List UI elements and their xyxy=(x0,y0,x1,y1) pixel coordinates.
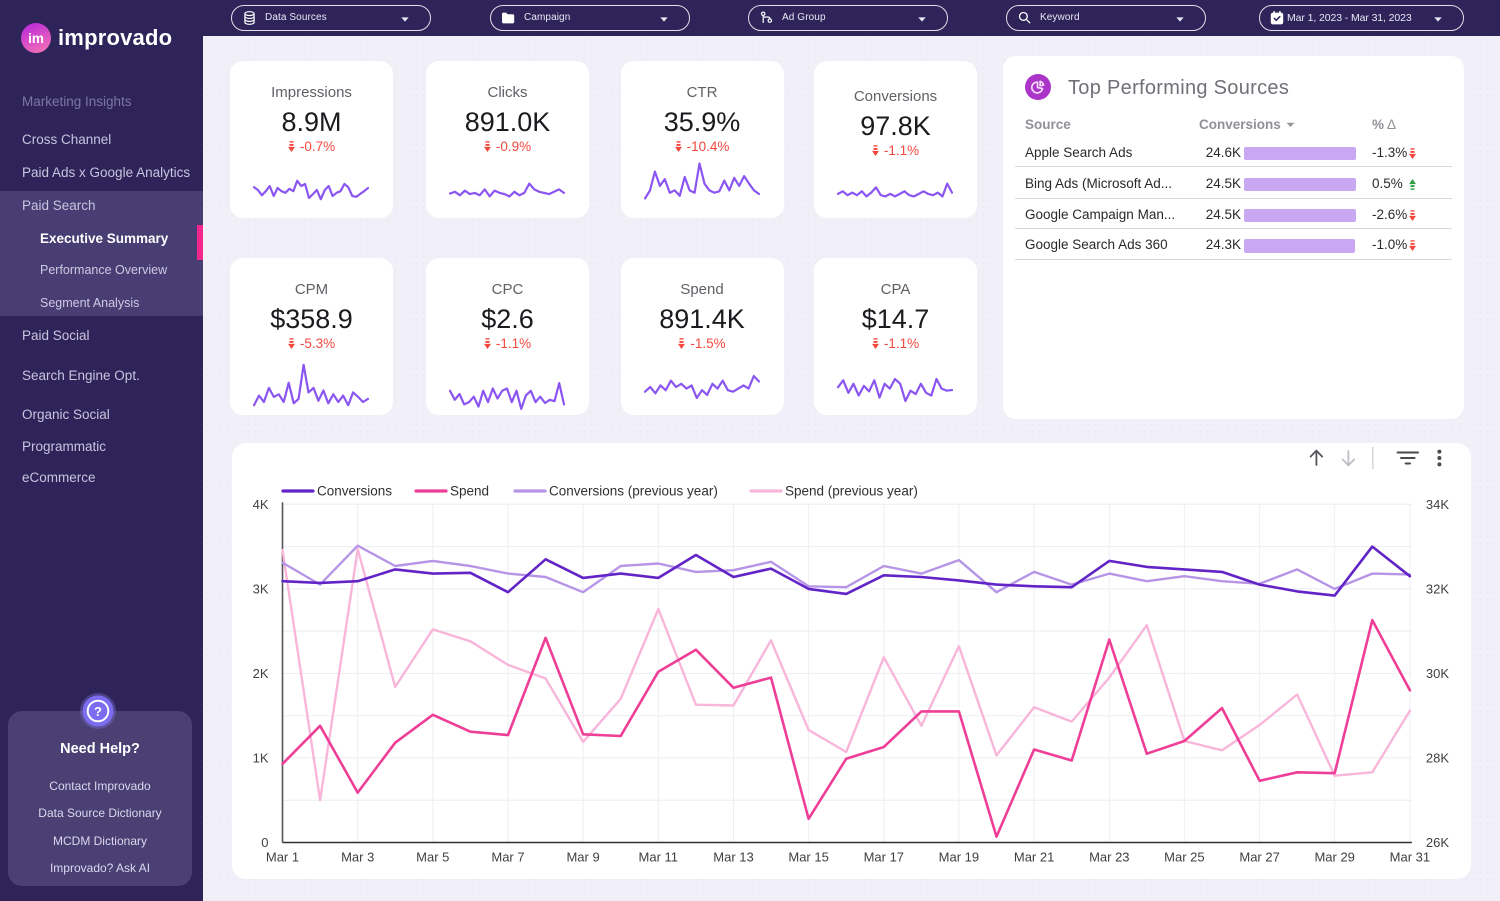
svg-text:Mar 23: Mar 23 xyxy=(1089,850,1129,865)
svg-text:Mar 5: Mar 5 xyxy=(416,850,449,865)
svg-text:Mar 9: Mar 9 xyxy=(566,850,599,865)
svg-text:Mar 13: Mar 13 xyxy=(713,850,753,865)
svg-text:4K: 4K xyxy=(253,497,269,512)
svg-text:Spend (previous year): Spend (previous year) xyxy=(785,484,918,499)
svg-text:3K: 3K xyxy=(253,581,269,596)
svg-text:34K: 34K xyxy=(1426,497,1449,512)
svg-text:im: im xyxy=(28,31,44,46)
svg-text:Mar 29: Mar 29 xyxy=(1314,850,1354,865)
svg-text:1K: 1K xyxy=(253,750,269,765)
svg-text:Conversions (previous year): Conversions (previous year) xyxy=(549,484,718,499)
svg-text:Mar 27: Mar 27 xyxy=(1239,850,1279,865)
svg-text:Mar 19: Mar 19 xyxy=(939,850,979,865)
svg-text:Conversions: Conversions xyxy=(317,484,392,499)
svg-text:32K: 32K xyxy=(1426,581,1449,596)
svg-text:Spend: Spend xyxy=(450,484,489,499)
svg-text:Mar 1: Mar 1 xyxy=(266,850,299,865)
svg-text:Mar 7: Mar 7 xyxy=(491,850,524,865)
svg-text:Mar 17: Mar 17 xyxy=(864,850,904,865)
svg-text:Mar 31: Mar 31 xyxy=(1390,850,1430,865)
svg-text:?: ? xyxy=(94,704,102,719)
svg-text:26K: 26K xyxy=(1426,835,1449,850)
svg-text:Mar 15: Mar 15 xyxy=(788,850,828,865)
svg-text:28K: 28K xyxy=(1426,750,1449,765)
svg-text:Mar 25: Mar 25 xyxy=(1164,850,1204,865)
svg-text:0: 0 xyxy=(261,835,268,850)
svg-text:Mar 3: Mar 3 xyxy=(341,850,374,865)
svg-text:30K: 30K xyxy=(1426,666,1449,681)
svg-text:Mar 11: Mar 11 xyxy=(639,850,679,865)
svg-text:Mar 21: Mar 21 xyxy=(1014,850,1054,865)
svg-text:2K: 2K xyxy=(253,666,269,681)
